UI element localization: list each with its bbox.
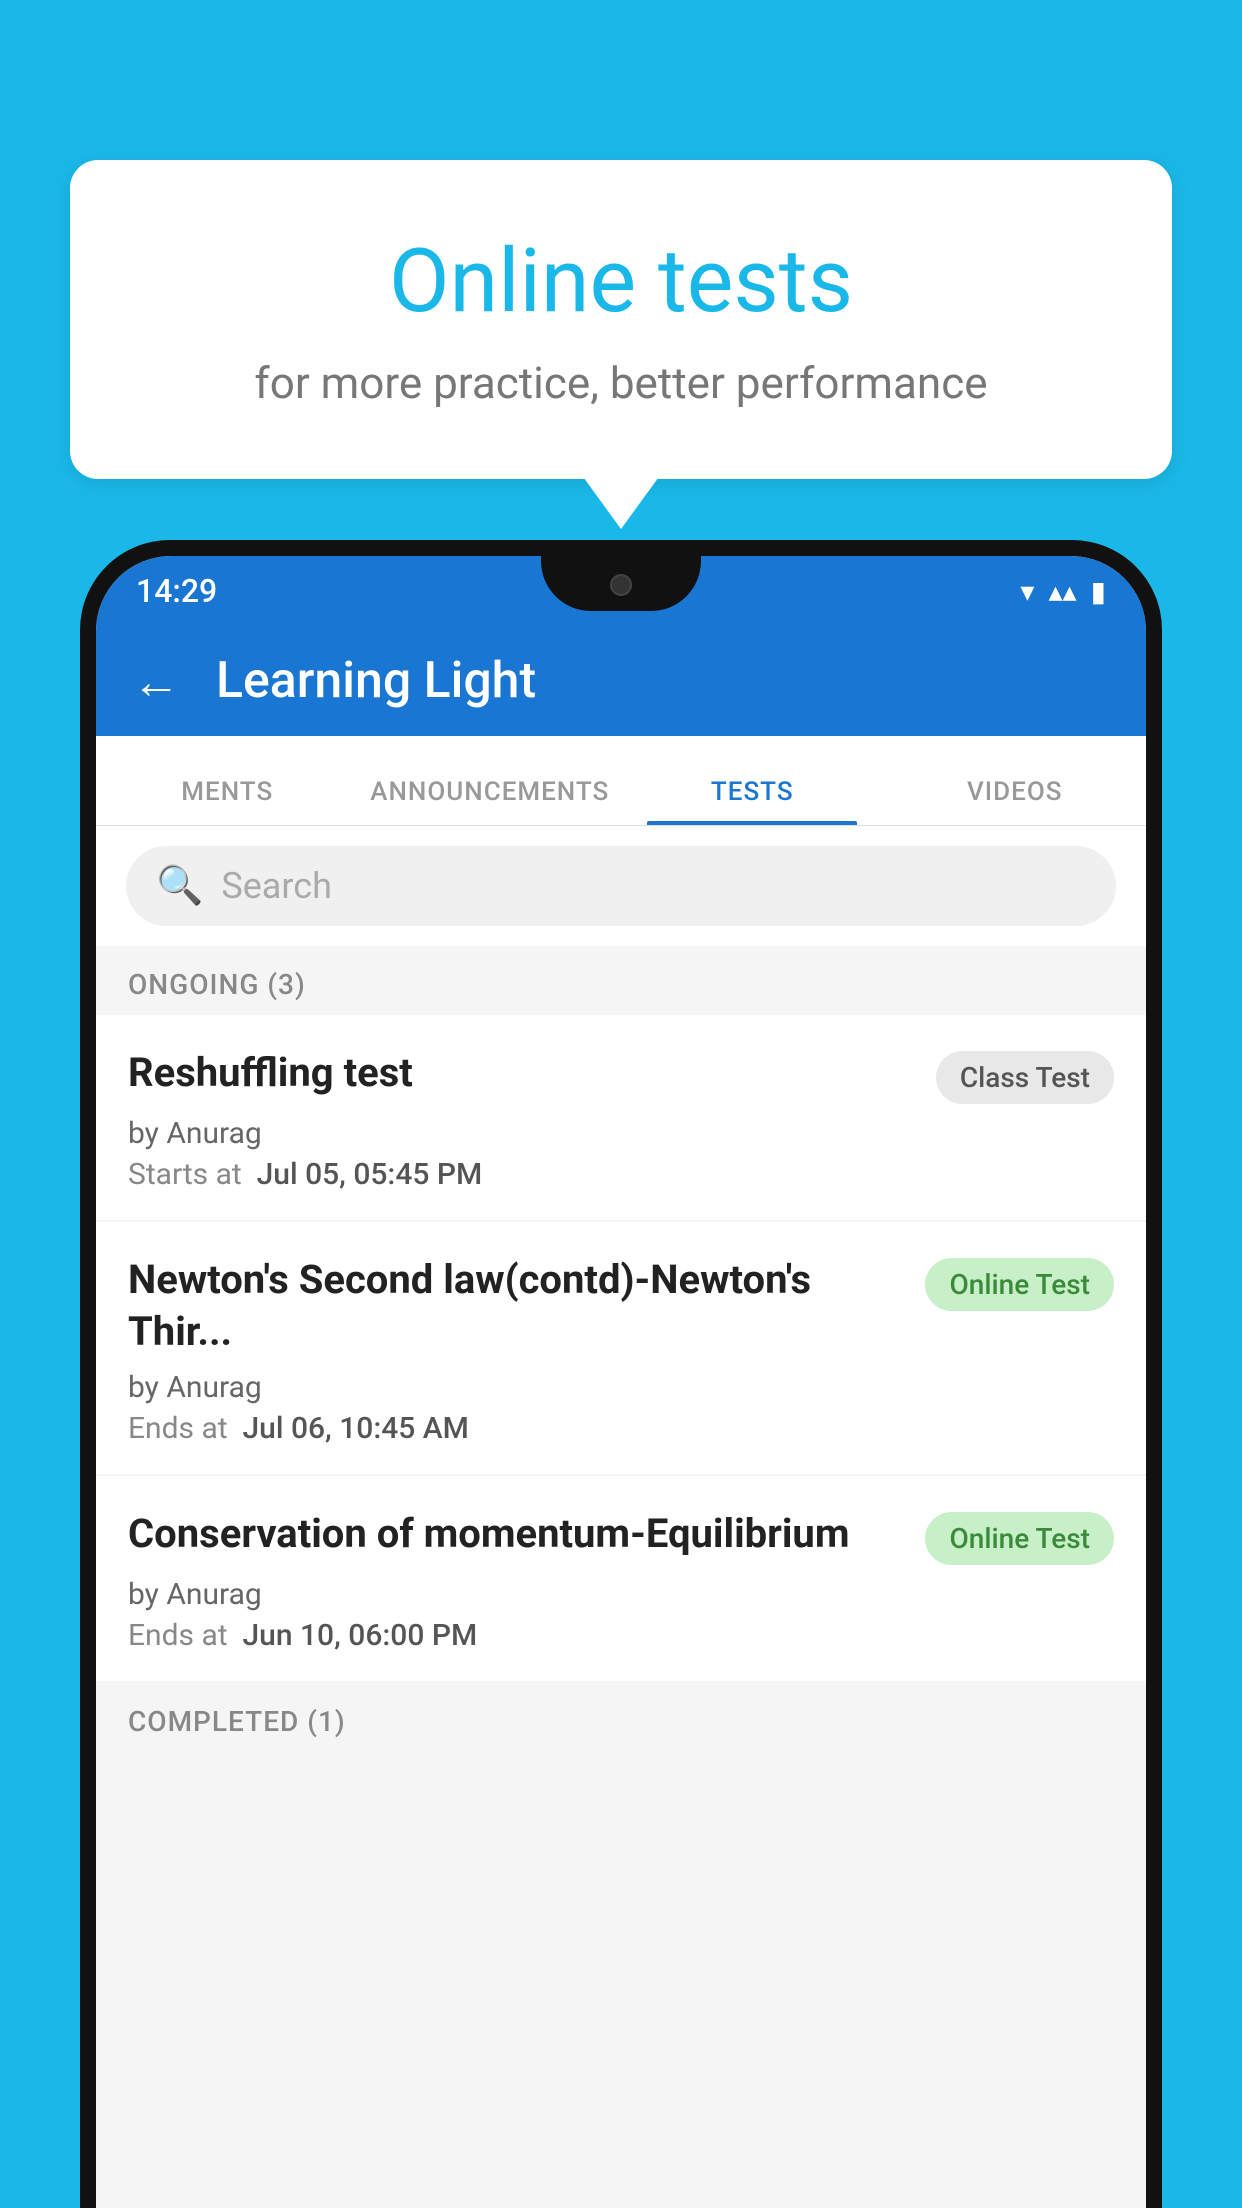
ongoing-header: ONGOING (3) [96, 946, 1146, 1015]
phone-screen: 14:29 ▾ ▴▴ ▮ ← Learning Light MENTS ANNO… [96, 556, 1146, 2208]
test-item-top: Conservation of momentum-Equilibrium Onl… [128, 1508, 1114, 1565]
test-date-2: Ends at Jul 06, 10:45 AM [128, 1411, 1114, 1446]
search-container: 🔍 Search [96, 826, 1146, 946]
speech-bubble: Online tests for more practice, better p… [70, 160, 1172, 479]
test-badge-2: Online Test [925, 1258, 1114, 1311]
tab-tests[interactable]: TESTS [621, 777, 884, 825]
status-bar: 14:29 ▾ ▴▴ ▮ [96, 556, 1146, 626]
notch [541, 556, 701, 611]
test-name-3: Conservation of momentum-Equilibrium [128, 1508, 905, 1560]
search-bar[interactable]: 🔍 Search [126, 846, 1116, 926]
status-icons: ▾ ▴▴ ▮ [1020, 575, 1106, 608]
speech-bubble-container: Online tests for more practice, better p… [70, 160, 1172, 479]
test-item-top: Reshuffling test Class Test [128, 1047, 1114, 1104]
test-item[interactable]: Conservation of momentum-Equilibrium Onl… [96, 1476, 1146, 1681]
tab-videos[interactable]: VIDEOS [884, 777, 1147, 825]
wifi-icon: ▾ [1020, 575, 1034, 608]
test-date-1: Starts at Jul 05, 05:45 PM [128, 1157, 1114, 1192]
phone-inner: 14:29 ▾ ▴▴ ▮ ← Learning Light MENTS ANNO… [96, 556, 1146, 2208]
back-button[interactable]: ← [132, 653, 180, 710]
test-name-2: Newton's Second law(contd)-Newton's Thir… [128, 1254, 905, 1358]
signal-icon: ▴▴ [1048, 575, 1076, 608]
search-placeholder: Search [221, 865, 332, 907]
test-date-3: Ends at Jun 10, 06:00 PM [128, 1618, 1114, 1653]
battery-icon: ▮ [1091, 575, 1106, 608]
app-bar: ← Learning Light [96, 626, 1146, 736]
tab-announcements[interactable]: ANNOUNCEMENTS [359, 777, 622, 825]
content-area: ONGOING (3) Reshuffling test Class Test … [96, 946, 1146, 2208]
test-badge-3: Online Test [925, 1512, 1114, 1565]
phone-frame: 14:29 ▾ ▴▴ ▮ ← Learning Light MENTS ANNO… [80, 540, 1162, 2208]
bubble-title: Online tests [150, 230, 1092, 333]
status-time: 14:29 [136, 572, 217, 610]
tabs-container: MENTS ANNOUNCEMENTS TESTS VIDEOS [96, 736, 1146, 826]
test-by-3: by Anurag [128, 1577, 1114, 1612]
test-badge-1: Class Test [936, 1051, 1114, 1104]
test-item-top: Newton's Second law(contd)-Newton's Thir… [128, 1254, 1114, 1358]
test-name-1: Reshuffling test [128, 1047, 916, 1099]
test-by-1: by Anurag [128, 1116, 1114, 1151]
completed-header: COMPLETED (1) [96, 1683, 1146, 1752]
tab-ments[interactable]: MENTS [96, 777, 359, 825]
test-item[interactable]: Reshuffling test Class Test by Anurag St… [96, 1015, 1146, 1220]
test-item[interactable]: Newton's Second law(contd)-Newton's Thir… [96, 1222, 1146, 1474]
bubble-subtitle: for more practice, better performance [150, 357, 1092, 409]
test-by-2: by Anurag [128, 1370, 1114, 1405]
search-icon: 🔍 [156, 864, 203, 908]
app-title: Learning Light [216, 652, 536, 710]
camera [610, 574, 632, 596]
